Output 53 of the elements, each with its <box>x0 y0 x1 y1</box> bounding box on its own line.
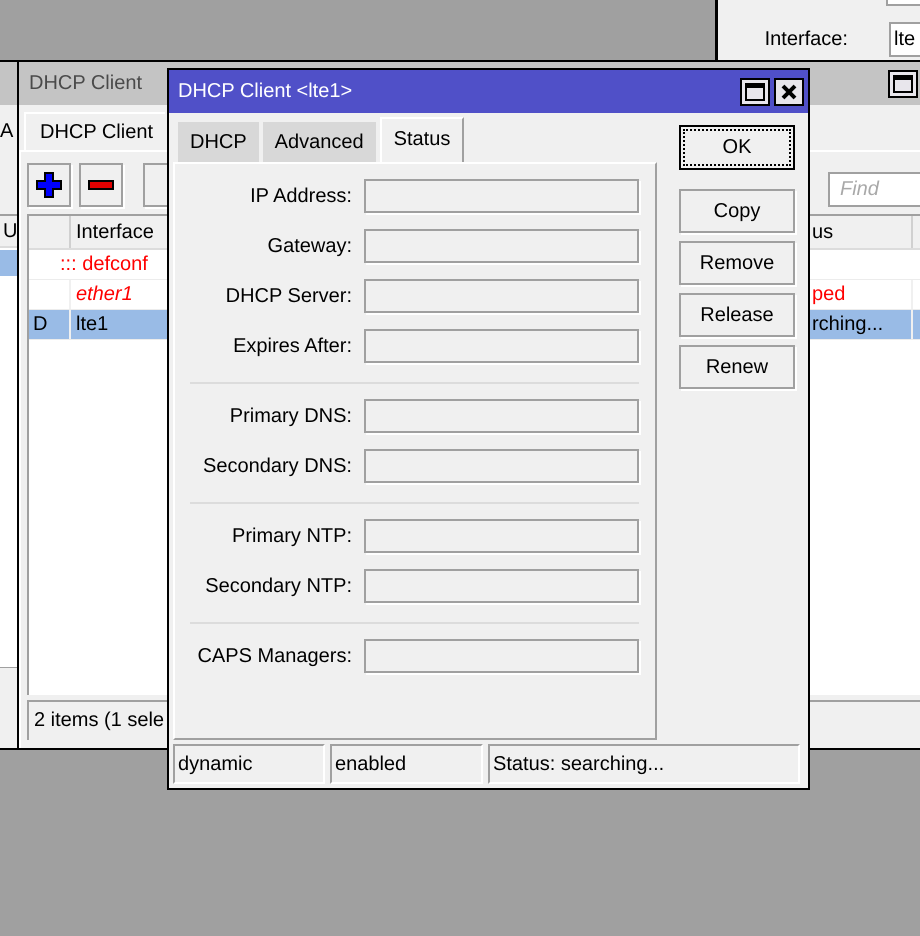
dialog-button[interactable]: Copy <box>679 189 795 233</box>
toolbar-button[interactable] <box>143 163 169 207</box>
plus-icon <box>36 172 62 198</box>
table-cell: D <box>33 313 48 335</box>
field-label: Secondary DNS: <box>202 454 352 478</box>
comment-text: ::: defconf <box>59 253 148 276</box>
input-field[interactable] <box>886 0 920 6</box>
close-icon <box>781 84 797 100</box>
dialog-button[interactable]: Release <box>679 293 795 337</box>
minus-icon <box>88 180 114 190</box>
field-label: Primary NTP: <box>231 524 352 548</box>
input-field[interactable] <box>364 329 639 363</box>
status-cell: Status: searching... <box>488 744 800 784</box>
field-label: CAPS Managers: <box>196 644 352 668</box>
field-label: IP Address: <box>249 184 352 208</box>
input-field[interactable] <box>364 449 639 483</box>
dialog-button[interactable]: Renew <box>679 345 795 389</box>
column-header[interactable]: U <box>0 216 17 248</box>
status-cell: enabled <box>330 744 483 784</box>
add-button[interactable] <box>27 163 71 207</box>
title-bar <box>0 62 17 105</box>
window-title: DHCP Client <box>29 72 142 95</box>
field-label: Expires After: <box>232 334 352 358</box>
field-label: Primary DNS: <box>228 404 352 428</box>
tab[interactable]: Advanced <box>262 122 376 162</box>
column-header[interactable]: Interface <box>71 216 165 248</box>
tab[interactable]: Status <box>380 117 464 162</box>
table-cell-text: lte1 <box>75 312 110 337</box>
field-label: Interface: <box>764 28 848 51</box>
close-button[interactable] <box>774 78 804 106</box>
field-label: Gateway: <box>266 234 352 258</box>
input-field[interactable] <box>364 569 639 603</box>
input-field[interactable] <box>364 639 639 673</box>
interface-field[interactable]: lte <box>889 22 920 57</box>
status-cell: dynamic <box>173 744 325 784</box>
input-field[interactable] <box>364 399 639 433</box>
tab[interactable]: DHCP Client <box>24 112 165 150</box>
window-title: DHCP Client <lte1> <box>178 80 352 103</box>
tab[interactable]: DHCP <box>178 122 259 162</box>
dialog-button[interactable]: OK <box>679 125 795 170</box>
tab[interactable]: A <box>0 120 14 142</box>
dialog-button[interactable]: Remove <box>679 241 795 285</box>
maximize-button[interactable] <box>740 78 770 106</box>
field-label: DHCP Server: <box>224 284 352 308</box>
input-field[interactable] <box>364 229 639 263</box>
remove-button[interactable] <box>79 163 123 207</box>
input-field[interactable] <box>364 179 639 213</box>
maximize-icon <box>893 74 913 92</box>
field-label: Secondary NTP: <box>204 574 352 598</box>
maximize-icon <box>745 82 765 100</box>
input-field[interactable] <box>364 279 639 313</box>
input-field[interactable] <box>364 519 639 553</box>
table-cell-text: ether1 <box>75 282 134 307</box>
